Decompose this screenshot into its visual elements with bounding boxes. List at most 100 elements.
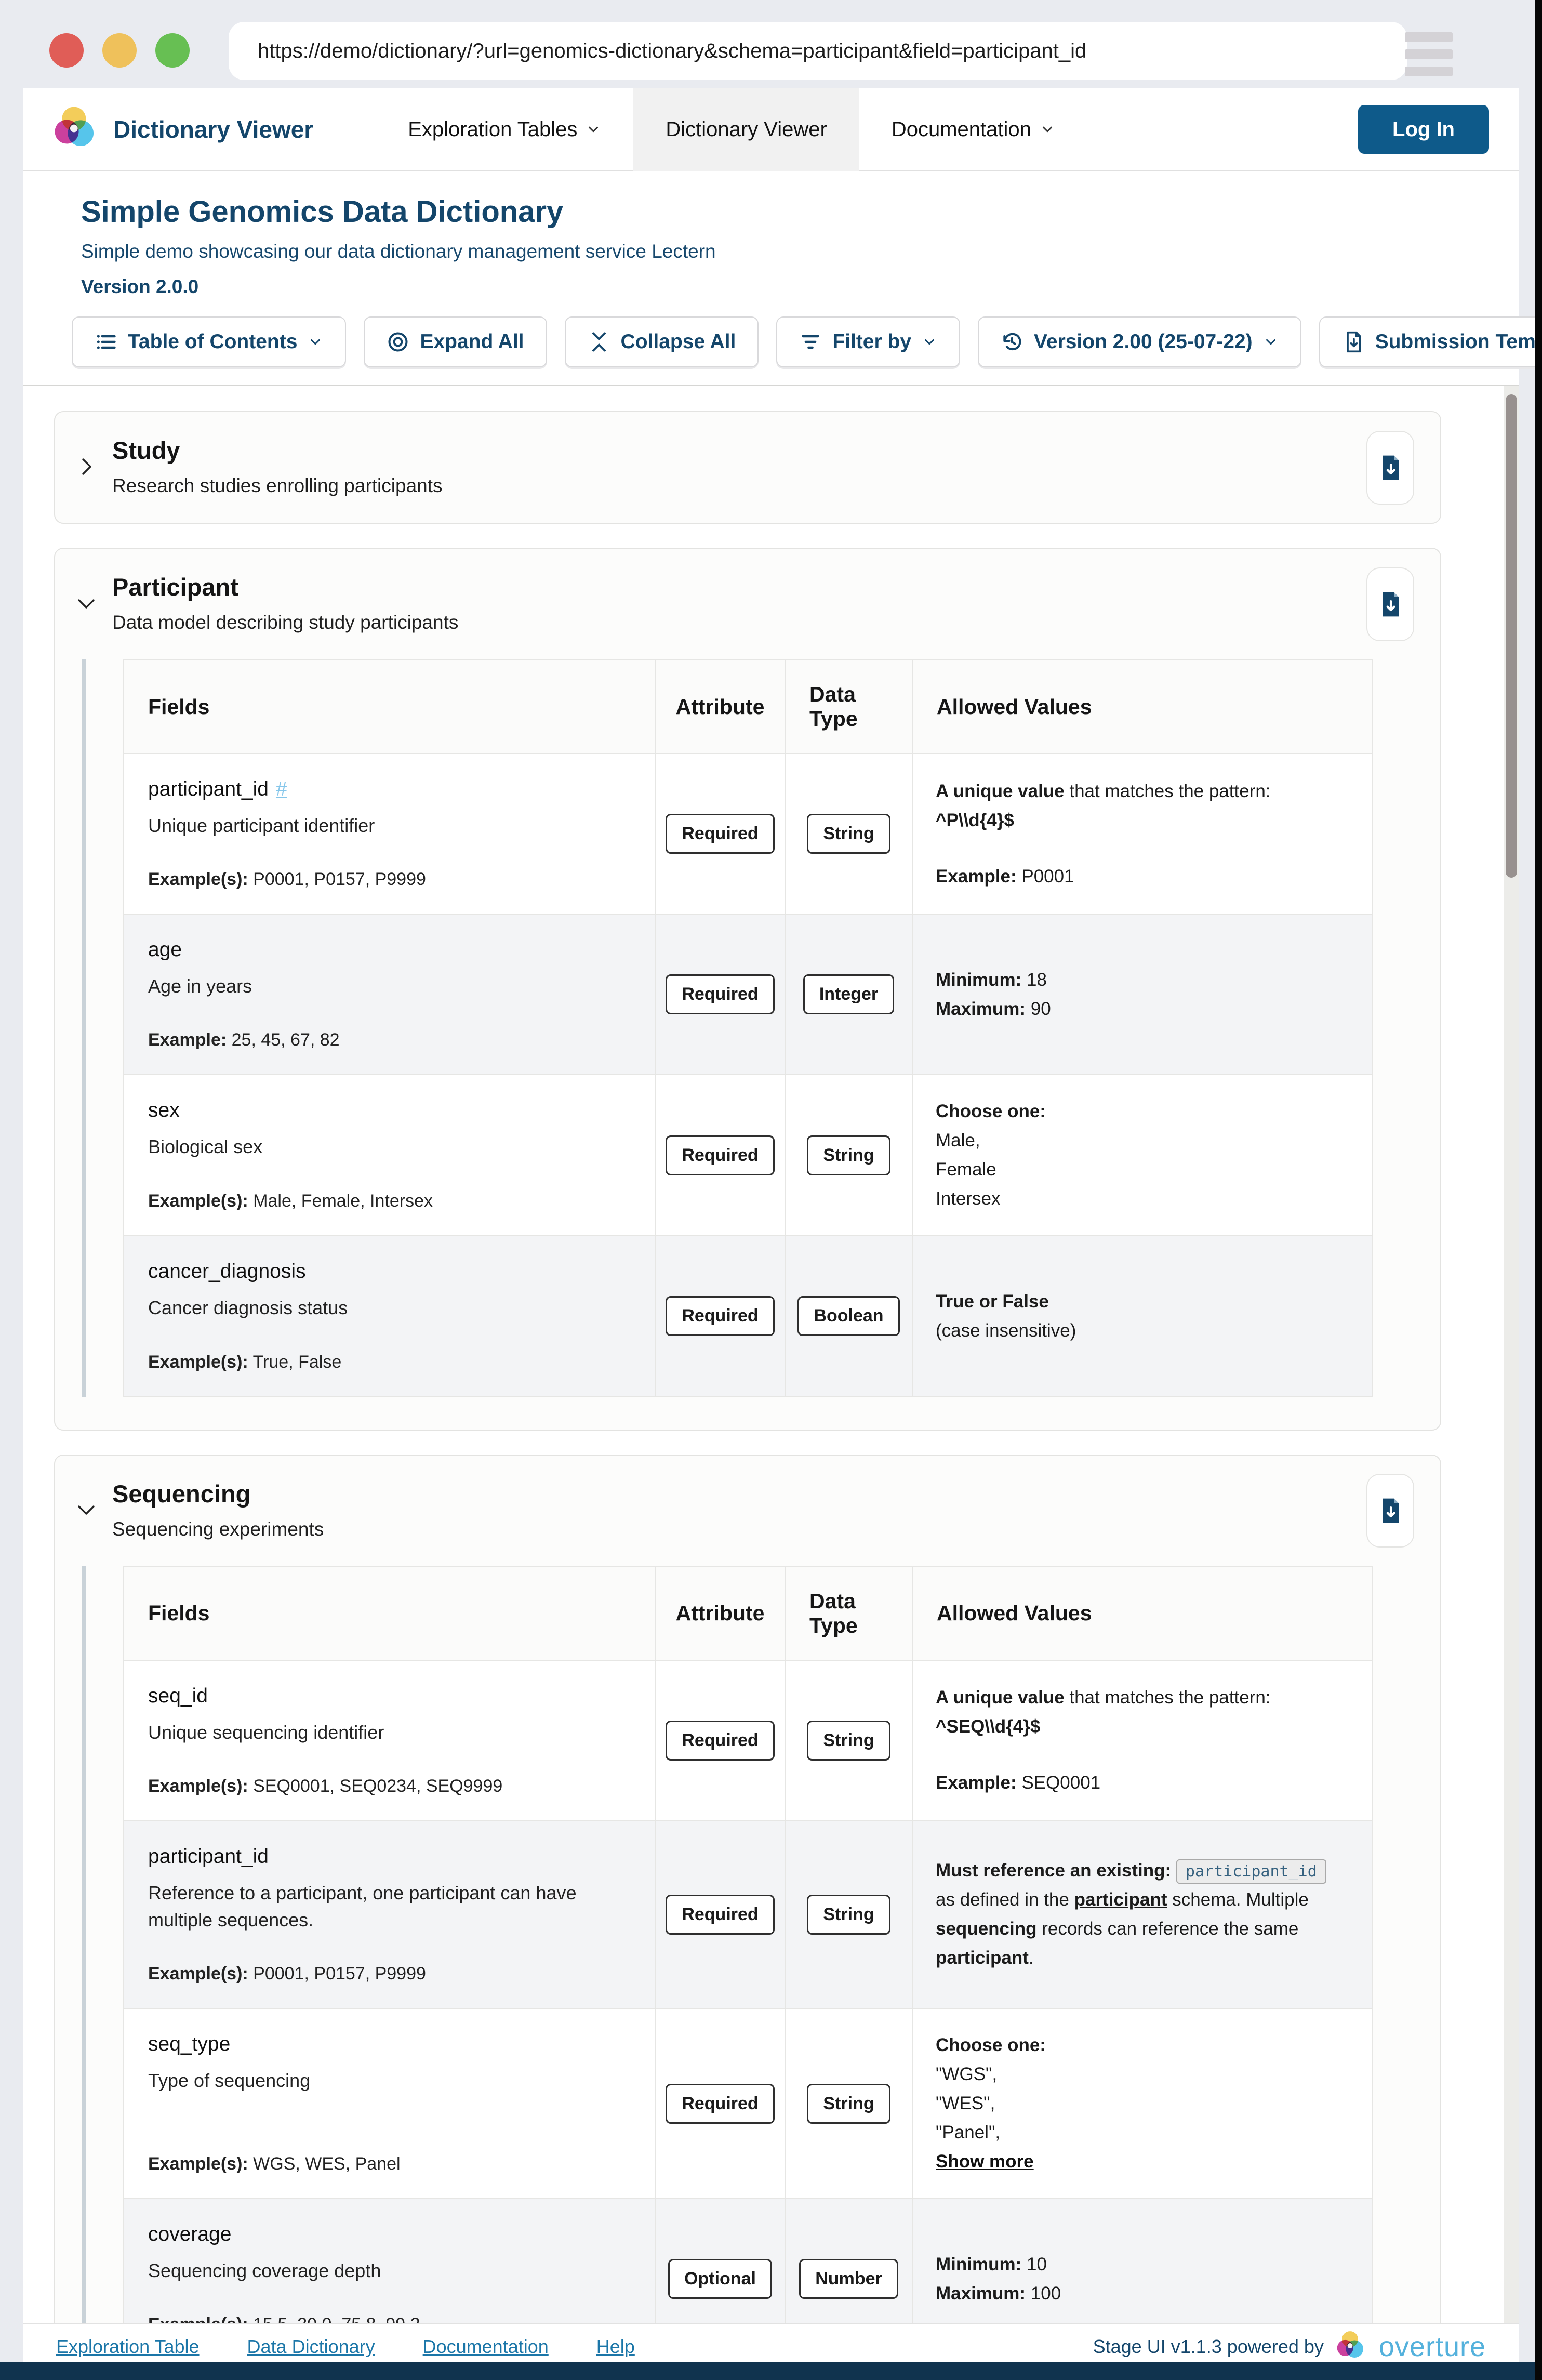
field-description: Reference to a participant, one particip… xyxy=(148,1880,631,1934)
datatype-badge: Integer xyxy=(803,974,894,1014)
schema-card-sequencing: SequencingSequencing experimentsFieldsAt… xyxy=(54,1455,1441,2323)
field-description: Sequencing coverage depth xyxy=(148,2257,631,2284)
field-description: Age in years xyxy=(148,973,631,1000)
caret-down-icon xyxy=(586,122,601,137)
attribute-badge: Required xyxy=(666,1895,774,1935)
brand[interactable]: Dictionary Viewer xyxy=(23,104,313,155)
page-subtitle: Simple demo showcasing our data dictiona… xyxy=(81,241,1519,262)
footer-links: Exploration Table Data Dictionary Document… xyxy=(56,2336,635,2358)
chevron-down-icon xyxy=(74,591,99,616)
schema-list-panel: StudyResearch studies enrolling particip… xyxy=(23,385,1519,2323)
page-title: Simple Genomics Data Dictionary xyxy=(81,194,1519,229)
allowed-values: Must reference an existing: participant_… xyxy=(913,1821,1372,2008)
caret-down-icon xyxy=(1263,334,1279,350)
filter-by-button[interactable]: Filter by xyxy=(776,316,960,367)
browser-menu-icon[interactable] xyxy=(1405,32,1453,76)
caret-down-icon xyxy=(308,334,323,350)
field-examples: Example(s): Male, Female, Intersex xyxy=(148,1161,631,1211)
collapse-all-button[interactable]: Collapse All xyxy=(565,316,759,367)
nav-item-documentation[interactable]: Documentation xyxy=(859,88,1087,171)
field-name: seq_type xyxy=(148,2033,631,2056)
field-row-sex: sexBiological sexExample(s): Male, Femal… xyxy=(124,1075,1372,1236)
field-description: Unique sequencing identifier xyxy=(148,1719,631,1746)
app-logo-icon xyxy=(52,104,100,155)
minimize-window-button[interactable] xyxy=(102,33,137,68)
schema-title: Study xyxy=(112,436,443,465)
allowed-values: True or False(case insensitive) xyxy=(913,1236,1372,1396)
download-file-icon xyxy=(1376,453,1405,482)
attribute-badge: Optional xyxy=(668,2259,772,2299)
filter-icon xyxy=(799,330,822,353)
column-header-fields: Fields xyxy=(124,660,656,753)
field-anchor-link[interactable]: # xyxy=(276,778,287,800)
screen-right-edge xyxy=(1535,0,1542,2380)
nav-item-dictionary-viewer[interactable]: Dictionary Viewer xyxy=(633,88,859,171)
attribute-badge: Required xyxy=(666,1135,774,1175)
schema-download-button[interactable] xyxy=(1366,567,1414,641)
url-bar[interactable]: https://demo/dictionary/?url=genomics-di… xyxy=(229,22,1407,80)
nav-item-label: Dictionary Viewer xyxy=(666,118,827,141)
schema-card-participant: ParticipantData model describing study p… xyxy=(54,548,1441,1431)
show-more-link[interactable]: Show more xyxy=(936,2151,1034,2172)
allowed-values: Minimum: 10Maximum: 100 xyxy=(913,2199,1372,2323)
field-row-seq_type: seq_typeType of sequencingExample(s): WG… xyxy=(124,2009,1372,2199)
toolbar: Table of Contents Expand All Collapse All F… xyxy=(23,303,1519,385)
datatype-badge: Boolean xyxy=(797,1296,899,1336)
footer-link-exploration-table[interactable]: Exploration Table xyxy=(56,2336,200,2358)
attribute-badge: Required xyxy=(666,974,774,1014)
close-window-button[interactable] xyxy=(49,33,84,68)
expand-all-button[interactable]: Expand All xyxy=(364,316,547,367)
file-download-icon xyxy=(1342,330,1365,353)
maximize-window-button[interactable] xyxy=(155,33,190,68)
field-reference-chip[interactable]: participant_id xyxy=(1176,1859,1326,1884)
stage-version-text: Stage UI v1.1.3 powered by xyxy=(1093,2336,1324,2358)
schema-title: Sequencing xyxy=(112,1479,324,1508)
field-examples: Example(s): SEQ0001, SEQ0234, SEQ9999 xyxy=(148,1746,631,1796)
bottom-bar xyxy=(0,2362,1542,2380)
app-logo-venn-icon xyxy=(52,104,100,152)
screenshot-root: https://demo/dictionary/?url=genomics-di… xyxy=(0,0,1542,2380)
schema-download-button[interactable] xyxy=(1366,431,1414,505)
column-header-fields: Fields xyxy=(124,1567,656,1660)
field-name: seq_id xyxy=(148,1685,631,1708)
footer-link-documentation[interactable]: Documentation xyxy=(423,2336,549,2358)
toolbar-button-label: Table of Contents xyxy=(128,330,297,353)
table-header-row: FieldsAttributeData TypeAllowed Values xyxy=(124,660,1372,754)
field-examples: Example(s): True, False xyxy=(148,1322,631,1372)
history-icon xyxy=(1001,330,1023,353)
login-button[interactable]: Log In xyxy=(1358,105,1489,154)
scrollbar-thumb[interactable] xyxy=(1506,394,1517,878)
field-examples: Example(s): P0001, P0157, P9999 xyxy=(148,839,631,890)
expand-icon xyxy=(387,330,409,353)
scrollbar-track[interactable] xyxy=(1504,386,1519,2323)
schema-card-header[interactable]: ParticipantData model describing study p… xyxy=(55,549,1440,659)
column-header-data-type: Data Type xyxy=(786,660,913,753)
schema-card-header[interactable]: SequencingSequencing experiments xyxy=(55,1456,1440,1566)
field-examples: Example: 25, 45, 67, 82 xyxy=(148,1000,631,1050)
footer-branding: Stage UI v1.1.3 powered by overture xyxy=(1093,2330,1486,2364)
datatype-badge: String xyxy=(807,814,890,854)
column-header-attribute: Attribute xyxy=(656,1567,786,1660)
field-name: participant_id xyxy=(148,1845,631,1868)
table-of-contents-button[interactable]: Table of Contents xyxy=(72,316,346,367)
submission-templates-button[interactable]: Submission Templates xyxy=(1319,316,1542,367)
field-row-participant_id: participant_id Reference to a participant… xyxy=(124,1821,1372,2009)
field-description: Cancer diagnosis status xyxy=(148,1294,631,1321)
schema-download-button[interactable] xyxy=(1366,1474,1414,1548)
nav-item-label: Documentation xyxy=(892,118,1031,141)
footer-link-help[interactable]: Help xyxy=(596,2336,635,2358)
column-header-data-type: Data Type xyxy=(786,1567,913,1660)
nav-item-exploration-tables[interactable]: Exploration Tables xyxy=(376,88,633,171)
nav-item-label: Exploration Tables xyxy=(408,118,577,141)
fields-table: FieldsAttributeData TypeAllowed Valuesse… xyxy=(123,1566,1373,2323)
toolbar-button-label: Version 2.00 (25-07-22) xyxy=(1034,330,1253,353)
schema-card-header[interactable]: StudyResearch studies enrolling particip… xyxy=(55,412,1440,523)
fields-table: FieldsAttributeData TypeAllowed Valuespa… xyxy=(123,659,1373,1397)
collapse-icon xyxy=(588,330,610,353)
page-version: Version 2.0.0 xyxy=(81,276,1519,298)
field-description: Biological sex xyxy=(148,1133,631,1160)
chevron-right-icon xyxy=(74,454,99,479)
version-2-00-25-07-22--button[interactable]: Version 2.00 (25-07-22) xyxy=(978,316,1301,367)
column-header-allowed-values: Allowed Values xyxy=(913,660,1372,753)
footer-link-data-dictionary[interactable]: Data Dictionary xyxy=(247,2336,375,2358)
